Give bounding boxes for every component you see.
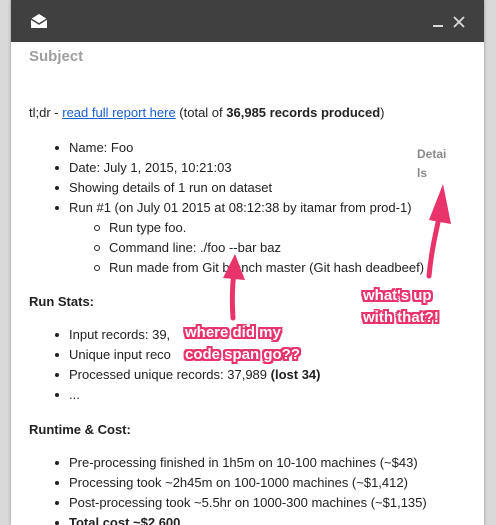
list-item: Date: July 1, 2015, 10:21:03 [29,158,449,177]
list-item: Command line: ./foo --bar baz [69,238,449,257]
list-item: Pre-processing finished in 1h5m on 10-10… [29,453,449,472]
list-item: Post-processing took ~5.5hr on 1000-300 … [29,493,449,512]
list-item: Name: Foo [29,138,449,157]
annotation-line: code span go?? [185,346,301,363]
annotation-line: with that?! [363,309,439,326]
annotation-code-span: where did my code span go?? [185,322,300,366]
minimize-button[interactable] [433,25,443,27]
info-list: Name: Foo Date: July 1, 2015, 10:21:03 S… [29,138,449,277]
list-item: Showing details of 1 run on dataset [29,178,449,197]
processed-records: Processed unique records: 37,989 [69,367,271,382]
runtime-heading: Runtime & Cost: [29,422,131,437]
annotation-line: what's up [363,287,432,304]
list-item: Total cost ~$2,600 [29,513,449,525]
list-item: ... [29,385,449,404]
list-item-run: Run #1 (on July 01 2015 at 08:12:38 by i… [29,198,449,277]
runtime-list: Pre-processing finished in 1h5m on 10-10… [29,453,449,525]
list-item: Processing took ~2h45m on 100-1000 machi… [29,473,449,492]
lost-count: (lost 34) [270,367,321,382]
close-icon[interactable] [452,15,466,29]
tldr-mid: (total of [175,105,227,120]
tldr-line: tl;dr - read full report here (total of … [29,103,449,122]
records-total: 36,985 records produced [226,105,381,120]
annotation-details: what's up with that?! [363,285,439,329]
run-label: Run #1 (on July 01 2015 at 08:12:38 by i… [69,200,412,215]
envelope-icon [30,14,48,28]
details-link[interactable]: Details [417,145,447,183]
list-item: Run type foo. [69,218,449,237]
annotation-line: where did my [185,324,281,341]
list-item: Processed unique records: 37,989 (lost 3… [29,365,449,384]
list-item: Run made from Git branch master (Git has… [69,258,449,277]
title-bar [11,0,484,42]
email-window: Subject tl;dr - read full report here (t… [11,0,484,525]
subject-field[interactable]: Subject [29,48,83,65]
tldr-suffix: ) [380,105,385,120]
run-details-list: Run type foo. Command line: ./foo --bar … [69,218,449,277]
full-report-link[interactable]: read full report here [62,105,175,120]
tldr-prefix: tl;dr - [29,105,63,120]
